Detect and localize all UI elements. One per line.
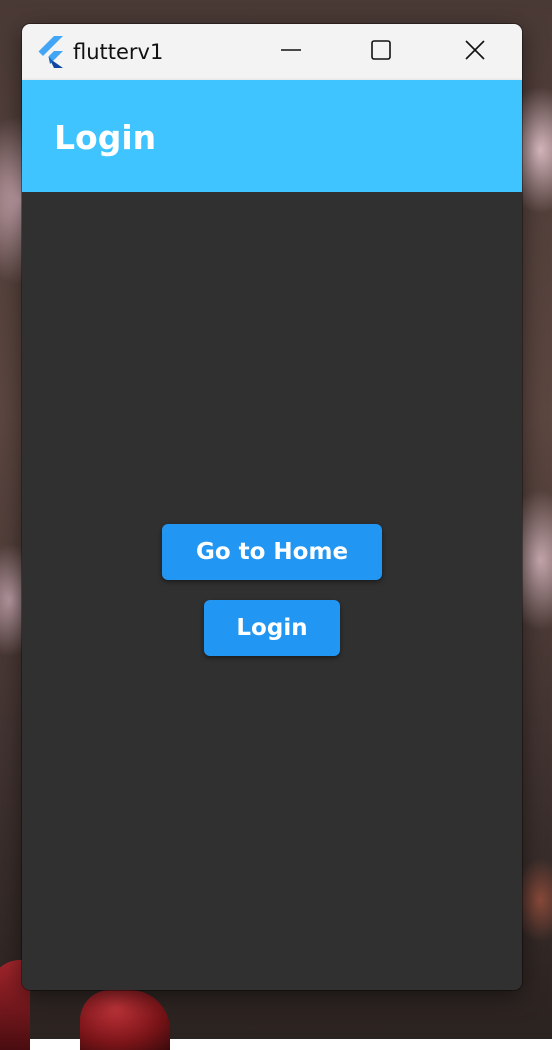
page-title: Login	[54, 118, 157, 157]
close-button[interactable]	[452, 24, 498, 80]
close-icon	[464, 39, 486, 65]
flutter-logo-icon	[36, 36, 66, 68]
app-bar: Login	[22, 80, 522, 192]
page-body: Go to Home Login	[22, 192, 522, 990]
maximize-button[interactable]	[358, 24, 404, 80]
window-title: flutterv1	[73, 40, 164, 64]
login-button[interactable]: Login	[204, 600, 340, 656]
go-to-home-button[interactable]: Go to Home	[162, 524, 382, 580]
window-titlebar[interactable]: flutterv1	[22, 24, 522, 80]
app-window: flutterv1 Login Go to Home Login	[22, 24, 522, 990]
maximize-icon	[370, 39, 392, 65]
minimize-icon	[280, 39, 302, 65]
minimize-button[interactable]	[268, 24, 314, 80]
